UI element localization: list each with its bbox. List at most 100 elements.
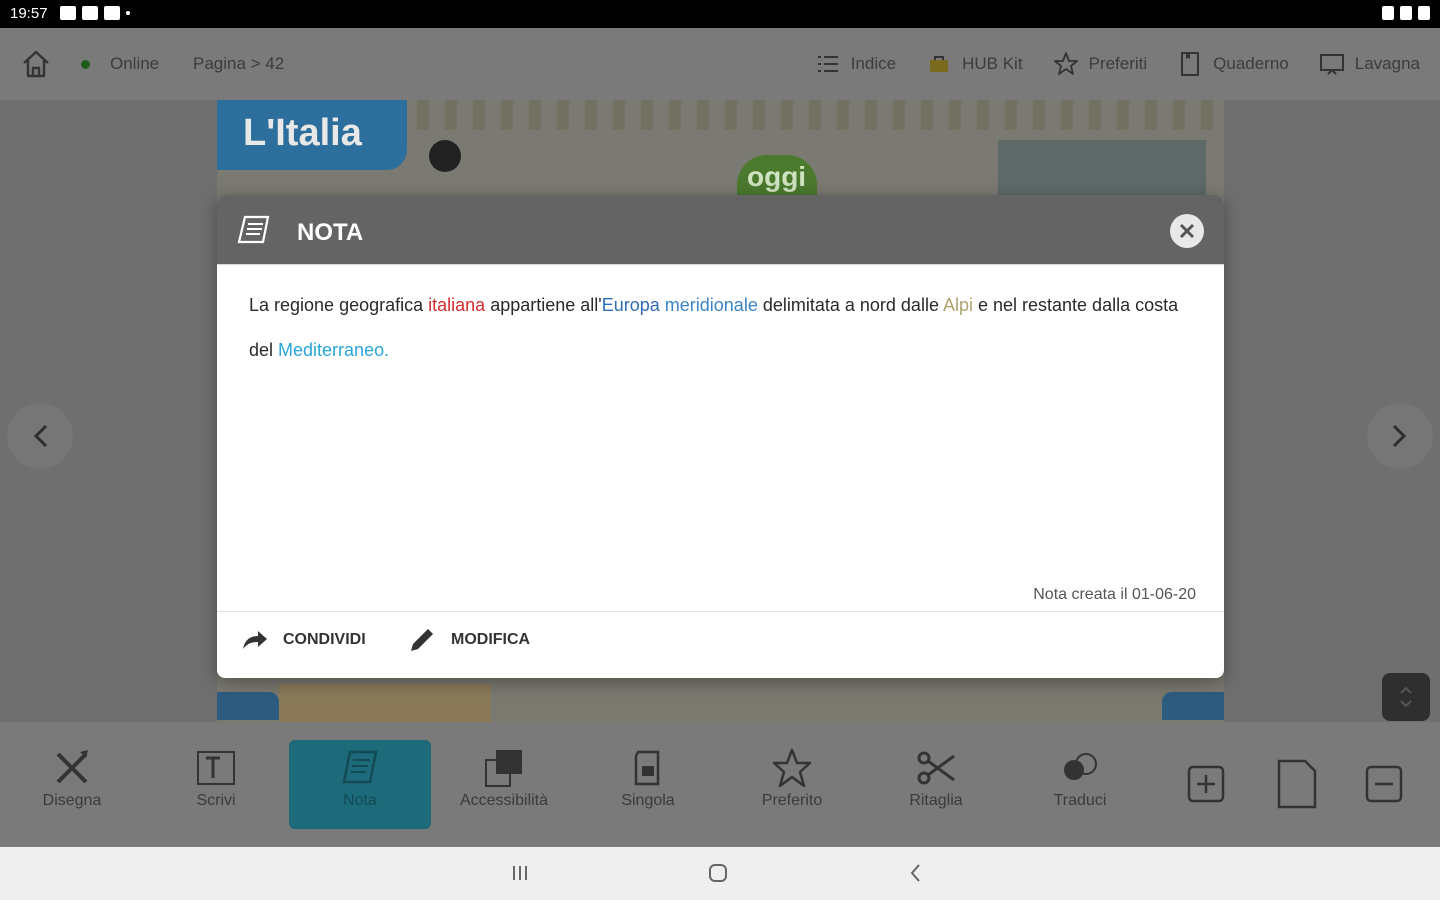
chevron-right-icon [1392, 424, 1407, 448]
note-keyword: Europa [601, 295, 660, 315]
map-image [998, 140, 1206, 195]
decorative-border [417, 100, 1224, 130]
share-label: CONDIVIDI [283, 631, 366, 648]
draw-icon [56, 750, 88, 784]
tool-accessibilita[interactable]: Accessibilità [433, 740, 575, 829]
book-title: L'Italia [217, 100, 407, 170]
nav-hub-kit-label: HUB Kit [962, 54, 1023, 73]
page-view-icon[interactable] [1275, 757, 1319, 811]
text-icon [197, 751, 235, 785]
tool-nota-label: Nota [343, 792, 377, 809]
note-icon [237, 215, 270, 244]
chevron-left-icon [33, 424, 48, 448]
scroll-toggle-button[interactable] [1382, 673, 1430, 721]
top-nav-actions: Indice HUB Kit Preferiti Quaderno Lavagn… [815, 46, 1420, 82]
translate-icon [1064, 753, 1097, 780]
footer-strip [279, 684, 491, 722]
edit-button[interactable]: MODIFICA [407, 625, 530, 655]
tool-traduci-label: Traduci [1053, 792, 1107, 809]
online-label: Online [110, 54, 160, 73]
nav-quaderno-label: Quaderno [1213, 54, 1289, 73]
status-bar: 19:57 [0, 0, 1440, 28]
share-button[interactable]: CONDIVIDI [239, 625, 366, 655]
tool-accessibilita-label: Accessibilità [459, 792, 549, 809]
note-keyword: Mediterraneo [278, 340, 385, 360]
nav-lavagna-label: Lavagna [1354, 54, 1420, 73]
tool-scrivi-label: Scrivi [196, 792, 236, 809]
divider [217, 611, 1224, 612]
book-page-header: L'Italia oggi [217, 100, 1224, 195]
tool-ritaglia[interactable]: Ritaglia [865, 740, 1007, 829]
bottom-toolbar: Disegna Scrivi Nota Accessibilità Singol… [0, 722, 1440, 847]
video-icon [82, 6, 98, 20]
note-text: La regione geografica italiana appartien… [249, 283, 1194, 373]
top-nav: Online Pagina > 42 Indice HUB Kit Prefer… [0, 28, 1440, 100]
nav-lavagna[interactable]: Lavagna [1319, 46, 1420, 82]
tool-ritaglia-label: Ritaglia [909, 792, 963, 809]
home-button-icon[interactable] [706, 861, 730, 885]
note-keyword: meridionale [664, 295, 758, 315]
star-icon [1053, 52, 1078, 75]
tool-singola[interactable]: Singola [577, 740, 719, 829]
status-notification-icons [60, 6, 130, 20]
accessibility-icon [485, 750, 522, 787]
nav-quaderno[interactable]: Quaderno [1177, 46, 1289, 82]
wifi-icon [1400, 6, 1412, 20]
audio-icon[interactable] [429, 140, 461, 172]
android-nav-bar [0, 847, 1440, 900]
online-status-dot [81, 60, 90, 69]
note-text-segment: delimitata a nord dalle [757, 295, 943, 315]
note-icon [342, 750, 378, 784]
list-icon [817, 56, 838, 72]
close-button[interactable] [1170, 214, 1204, 248]
hub-kit-icon [930, 56, 949, 72]
expand-vertical-icon [1400, 686, 1412, 708]
note-text-segment: . [384, 340, 390, 360]
back-icon[interactable] [904, 861, 928, 885]
board-icon [1319, 54, 1344, 75]
note-modal: NOTA La regione geografica italiana appa… [217, 195, 1224, 678]
tool-disegna[interactable]: Disegna [1, 740, 143, 829]
previous-page-button[interactable] [7, 403, 73, 469]
tool-traduci[interactable]: Traduci [1009, 740, 1151, 829]
note-modal-header: NOTA [217, 195, 1224, 265]
note-text-segment: La regione geografica [249, 295, 429, 315]
nav-hub-kit[interactable]: HUB Kit [926, 46, 1023, 82]
nav-preferiti[interactable]: Preferiti [1053, 46, 1147, 82]
pencil-icon [411, 629, 433, 651]
share-icon [243, 631, 267, 649]
tool-disegna-label: Disegna [42, 792, 102, 809]
page-indicator[interactable]: Pagina > 42 [193, 54, 284, 74]
page-number-tab-left [217, 692, 279, 720]
home-icon[interactable] [20, 48, 52, 80]
nav-indice-label: Indice [850, 54, 897, 73]
tool-preferito[interactable]: Preferito [721, 740, 863, 829]
star-outline-icon [772, 748, 812, 788]
nav-indice[interactable]: Indice [815, 46, 896, 82]
scissors-icon [917, 751, 955, 785]
note-modal-title: NOTA [297, 219, 364, 246]
dot-icon [126, 11, 130, 15]
notebook-icon [1181, 52, 1200, 76]
close-icon [1179, 223, 1195, 239]
book-page-footer [217, 678, 1224, 722]
gallery-icon [60, 6, 76, 20]
edit-label: MODIFICA [451, 631, 531, 648]
drive-icon [104, 6, 120, 20]
recents-icon[interactable] [508, 861, 532, 885]
status-time: 19:57 [10, 5, 48, 22]
note-keyword: Alpi [942, 295, 973, 315]
note-text-segment: appartiene all' [485, 295, 602, 315]
status-system-icons [1382, 6, 1430, 20]
zoom-in-icon[interactable] [1185, 757, 1229, 811]
tool-scrivi[interactable]: Scrivi [145, 740, 287, 829]
note-created-date: Nota creata il 01-06-20 [1033, 586, 1196, 603]
next-page-button[interactable] [1367, 403, 1433, 469]
tool-singola-label: Singola [621, 792, 675, 809]
tool-nota[interactable]: Nota [289, 740, 431, 829]
page-number-tab-right [1162, 692, 1224, 720]
note-keyword: italiana [428, 295, 486, 315]
battery-icon [1418, 6, 1430, 20]
tool-preferito-label: Preferito [761, 792, 823, 809]
zoom-out-icon[interactable] [1363, 757, 1407, 811]
